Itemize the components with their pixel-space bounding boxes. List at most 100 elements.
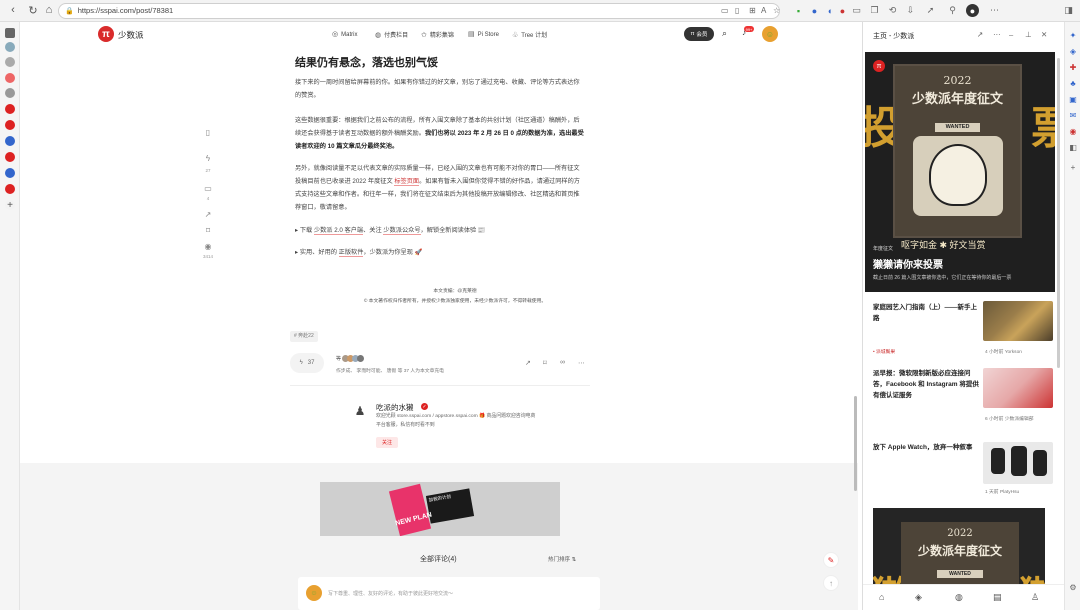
article-title[interactable]: 放下 Apple Watch，放弃一种叙事 (873, 442, 981, 453)
refresh-icon[interactable]: ↻ (26, 3, 40, 17)
add-icon[interactable]: + (5, 200, 15, 211)
add-icon[interactable]: + (1068, 162, 1078, 172)
like-icon[interactable]: ϟ (202, 152, 214, 164)
search-icon[interactable]: ⌕ (722, 28, 727, 39)
article-card[interactable]: 家庭园艺入门指南（上）——新手上路 (873, 302, 981, 324)
back-to-top-icon[interactable]: ↑ (823, 575, 839, 591)
more-icon[interactable]: ⋯ (993, 30, 1001, 39)
extension-green-icon[interactable]: ▪ (792, 4, 805, 17)
extension-red-icon[interactable]: ● (836, 4, 849, 17)
article-card[interactable]: 放下 Apple Watch，放弃一种叙事 (873, 442, 981, 453)
red-app-icon[interactable] (5, 104, 15, 114)
article-title[interactable]: 家庭园艺入门指南（上）——新手上路 (873, 302, 981, 324)
user-avatar[interactable]: ☺ (762, 26, 778, 42)
divider (290, 385, 590, 386)
share-icon[interactable]: ↗ (202, 208, 214, 220)
apps-icon[interactable]: ⊞ (749, 4, 756, 18)
home-icon[interactable]: ⌂ (879, 592, 884, 602)
article-thumbnail[interactable] (983, 368, 1053, 408)
split-icon[interactable]: ▯ (735, 4, 739, 18)
article-thumbnail[interactable] (983, 442, 1053, 484)
mail-icon[interactable] (5, 73, 15, 83)
split-screen-icon[interactable]: ▭ (850, 4, 863, 17)
software-link[interactable]: 正版软件 (338, 249, 364, 257)
red-app-icon[interactable] (5, 152, 15, 162)
red-app-icon[interactable] (5, 120, 15, 130)
user-icon[interactable] (5, 88, 15, 98)
promo-banner[interactable]: 加我的计划 NEW PLAN (320, 482, 560, 536)
office-icon[interactable]: ▣ (1068, 94, 1078, 104)
more-menu-icon[interactable]: ⋯ (988, 4, 1001, 17)
column-icon[interactable]: ◍ (955, 592, 963, 603)
featured-hero-card[interactable]: 投 票 2022 少数派年度征文 WANTED π 呕字如金 ✱ 好文当赏 年度… (865, 52, 1055, 292)
more-icon[interactable]: ⋯ (578, 359, 585, 367)
sidebar-settings-icon[interactable]: ⚙ (1068, 582, 1078, 592)
phone-icon[interactable]: ▯ (202, 126, 214, 138)
sspai-sidebar-icon[interactable]: ◉ (1068, 126, 1078, 136)
write-comment-icon[interactable]: ✎ (823, 552, 839, 568)
tag-page-link[interactable]: 标签页面 (394, 178, 420, 186)
home-icon[interactable]: ⌂ (42, 3, 56, 17)
nav-collections[interactable]: ✩ 精彩集锦 (421, 30, 454, 39)
wechat-link[interactable]: 少数派公众号 (383, 227, 421, 235)
article-title[interactable]: 派早报：微软限制新版必应连接问答，Facebook 和 Instagram 将提… (873, 368, 981, 401)
address-bar[interactable]: 🔒 https://sspai.com/post/78381 ▭ ▯ ⊞ A ☆ (58, 3, 780, 19)
comment-icon[interactable]: ▭ (202, 182, 214, 194)
author-avatar[interactable]: ♟ (352, 402, 368, 420)
share-icon[interactable]: ➚ (924, 4, 937, 17)
tools-icon[interactable]: ✚ (1068, 62, 1078, 72)
nav-pi-store[interactable]: ▤ Pi Store (468, 30, 499, 38)
profile-icon[interactable]: ♙ (1031, 592, 1039, 603)
comment-input[interactable]: ☺ 写下尊重、理性、友好的评论，有助于彼此更好地交流～ (298, 577, 600, 610)
nav-matrix[interactable]: ◎ Matrix (332, 30, 357, 38)
sidebar-app-icon[interactable]: ◧ (1068, 142, 1078, 152)
tabs-icon[interactable] (5, 28, 15, 38)
article-card[interactable]: 派早报：微软限制新版必应连接问答，Facebook 和 Instagram 将提… (873, 368, 981, 401)
sspai-logo-icon[interactable]: π (98, 26, 114, 42)
bookmark-icon[interactable]: ⌑ (202, 224, 214, 236)
copilot-icon[interactable]: ✦ (1068, 30, 1078, 40)
download-icon[interactable]: ⇩ (904, 4, 917, 17)
link-icon[interactable]: ∞ (560, 359, 565, 366)
close-icon[interactable]: ✕ (1041, 30, 1047, 39)
shopping-icon[interactable]: ◈ (1068, 46, 1078, 56)
profile-avatar-icon[interactable]: ● (966, 4, 979, 17)
outlook-icon[interactable]: ✉ (1068, 110, 1078, 120)
matrix-icon[interactable]: ◈ (915, 592, 922, 603)
client-link[interactable]: 少数派 2.0 客户端 (313, 227, 364, 235)
open-external-icon[interactable]: ↗ (977, 30, 983, 39)
panel-scrollbar[interactable] (1057, 58, 1060, 368)
back-icon[interactable]: ‹ (6, 3, 20, 17)
page-scrollbar[interactable] (854, 396, 857, 491)
games-icon[interactable]: ♣ (1068, 78, 1078, 88)
red-app-icon[interactable] (5, 184, 15, 194)
follow-button[interactable]: 关注 (376, 437, 398, 448)
nav-paid-column[interactable]: ◍ 付费栏目 (375, 30, 408, 39)
liker-avatar[interactable] (357, 355, 365, 363)
nav-tree-plan[interactable]: ♧ Tree 计划 (512, 30, 547, 39)
history-icon[interactable]: ⟲ (886, 4, 899, 17)
read-aloud-icon[interactable]: A (761, 4, 766, 18)
sidebar-toggle-icon[interactable]: ◨ (1062, 4, 1075, 17)
extension-blue-icon[interactable]: ● (808, 4, 821, 17)
brand-name[interactable]: 少数派 (118, 29, 144, 41)
share-icon[interactable]: ↗ (525, 359, 531, 367)
blue-app-icon[interactable] (5, 168, 15, 178)
blue-app-icon[interactable] (5, 136, 15, 146)
article-tag[interactable]: • 派城鬓果 (873, 348, 895, 355)
tab-icon[interactable]: ▭ (721, 4, 729, 18)
collections-icon[interactable]: ❐ (868, 4, 881, 17)
article-tag[interactable]: # 奔赴22 (290, 331, 318, 342)
settings-icon[interactable] (5, 57, 15, 67)
bookmark-icon[interactable]: ⌑ (543, 359, 547, 367)
store-icon[interactable]: ▤ (993, 592, 1002, 603)
member-button[interactable]: π 会员 (684, 27, 714, 41)
bookmark-icon[interactable] (5, 42, 15, 52)
extensions-icon[interactable]: ⚲ (946, 4, 959, 17)
pin-icon[interactable]: ⊥ (1025, 30, 1032, 39)
minimize-icon[interactable]: – (1009, 30, 1013, 39)
favorite-icon[interactable]: ☆ (773, 4, 780, 18)
article-thumbnail[interactable] (983, 301, 1053, 341)
comments-sort[interactable]: 热门排序 ⇅ (548, 555, 576, 563)
charge-button[interactable]: ϟ 37 (290, 353, 324, 373)
